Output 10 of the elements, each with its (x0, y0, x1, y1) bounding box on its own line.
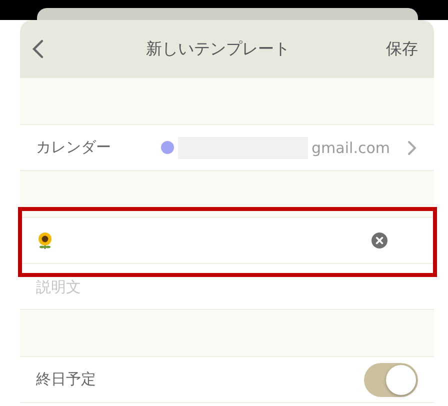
description-field[interactable]: 説明文 (36, 278, 418, 296)
calendar-account: gmail.com (312, 138, 390, 156)
chevron-icon (406, 140, 418, 156)
clear-icon[interactable] (371, 232, 388, 249)
screen-title: 新しいテンプレート (146, 38, 290, 60)
all-day-label: 終日予定 (36, 370, 96, 389)
sunflower-icon (36, 232, 54, 250)
calendar-label: カレンダー (36, 138, 111, 157)
all-day-toggle[interactable] (364, 362, 418, 396)
save-button[interactable]: 保存 (386, 38, 418, 60)
